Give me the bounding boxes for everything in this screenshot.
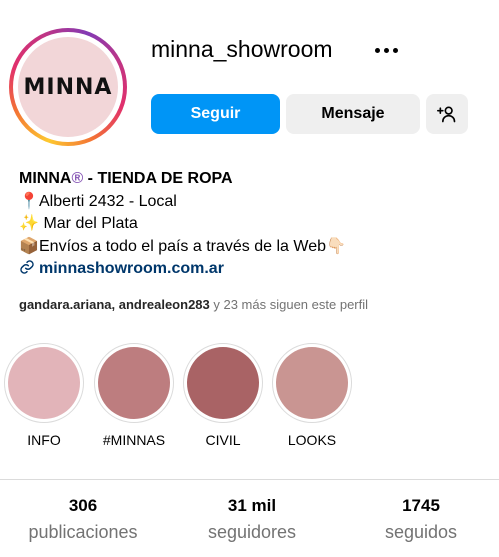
- pin-icon: 📍: [19, 192, 39, 210]
- highlight-label: INFO: [27, 432, 61, 448]
- stat-followers-value: 31 mil: [227, 496, 277, 515]
- bio-city: Mar del Plata: [39, 215, 138, 232]
- highlight-looks[interactable]: LOOKS: [272, 343, 352, 448]
- profile-page: MINNA minna_showroom Seguir Mensaje MINN…: [0, 0, 499, 557]
- registered-badge-icon: ®: [71, 170, 84, 187]
- bio-name-line: MINNA® - TIENDA DE ROPA: [19, 168, 489, 191]
- dot-icon: [383, 47, 389, 53]
- dot-icon: [374, 47, 380, 53]
- highlight-cover: [276, 347, 348, 419]
- highlight-label: CIVIL: [205, 432, 241, 448]
- highlight-cover: [98, 347, 170, 419]
- follow-button[interactable]: Seguir: [151, 94, 280, 134]
- bio-name-suffix: - TIENDA DE ROPA: [83, 170, 233, 187]
- stat-posts[interactable]: 306 publicaciones: [3, 496, 163, 543]
- stat-followers[interactable]: 31 mil seguidores: [172, 496, 332, 543]
- highlight-cover: [8, 347, 80, 419]
- bio-shipping: Envíos a todo el país a través de la Web: [39, 237, 326, 255]
- profile-username: minna_showroom: [151, 36, 333, 62]
- highlight-label: #MINNAS: [102, 432, 166, 448]
- followed-by-text[interactable]: gandara.ariana, andrealeon283 y 23 más s…: [19, 297, 368, 312]
- followed-by-rest: y 23 más siguen este perfil: [209, 297, 369, 312]
- highlight-minnas[interactable]: #MINNAS: [94, 343, 174, 448]
- highlight-cover: [187, 347, 259, 419]
- highlight-ring: [94, 343, 174, 423]
- stat-following[interactable]: 1745 seguidos: [341, 496, 499, 543]
- profile-avatar[interactable]: MINNA: [9, 28, 127, 146]
- highlight-ring: [4, 343, 84, 423]
- followed-by-users[interactable]: gandara.ariana, andrealeon283: [19, 297, 210, 312]
- package-icon: 📦: [19, 237, 39, 255]
- website-link[interactable]: minnashowroom.com.ar: [39, 260, 224, 277]
- pointing-down-icon: 👇🏻: [325, 237, 346, 255]
- add-user-icon: [437, 106, 456, 123]
- stat-following-label: seguidos: [384, 522, 458, 542]
- stat-posts-value: 306: [68, 496, 98, 515]
- more-options-button[interactable]: [368, 38, 404, 62]
- highlight-info[interactable]: INFO: [4, 343, 84, 448]
- profile-bio: MINNA® - TIENDA DE ROPA 📍Alberti 2432 - …: [19, 168, 489, 281]
- suggest-users-button[interactable]: [426, 94, 468, 134]
- bio-address: Alberti 2432 - Local: [39, 192, 177, 210]
- bio-address-line: 📍Alberti 2432 - Local: [19, 191, 489, 214]
- highlight-civil[interactable]: CIVIL: [183, 343, 263, 448]
- highlight-label: LOOKS: [287, 432, 337, 448]
- stat-followers-label: seguidores: [207, 522, 297, 542]
- bio-name: MINNA: [19, 170, 72, 187]
- dot-icon: [392, 47, 398, 53]
- stats-divider: [0, 479, 499, 480]
- avatar-gap: MINNA: [13, 32, 123, 142]
- stat-posts-label: publicaciones: [28, 522, 138, 542]
- link-icon: [20, 260, 34, 274]
- message-button[interactable]: Mensaje: [286, 94, 420, 134]
- highlight-ring: [272, 343, 352, 423]
- avatar-logo: MINNA: [18, 37, 118, 137]
- bio-link-line[interactable]: minnashowroom.com.ar: [19, 258, 489, 281]
- highlight-ring: [183, 343, 263, 423]
- stat-following-value: 1745: [402, 496, 440, 515]
- sparkles-icon: ✨: [19, 215, 39, 232]
- bio-city-line: ✨ Mar del Plata: [19, 213, 489, 236]
- bio-shipping-line: 📦Envíos a todo el país a través de la We…: [19, 236, 489, 259]
